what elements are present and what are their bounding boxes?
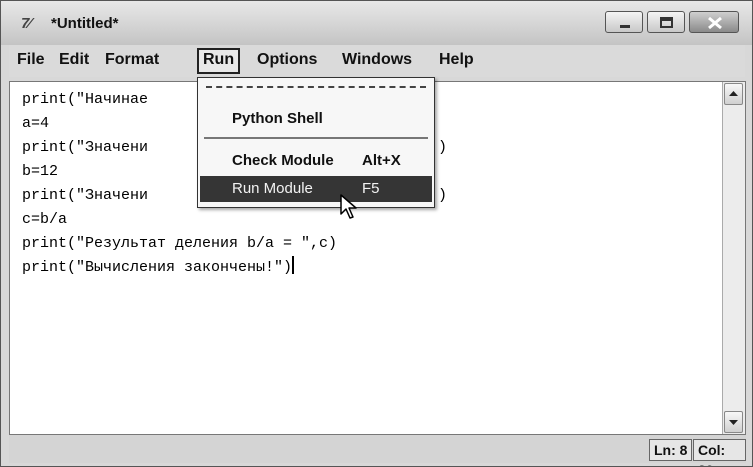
mouse-pointer-icon bbox=[340, 194, 357, 219]
menu-item-label: Check Module bbox=[232, 152, 334, 169]
close-button[interactable] bbox=[689, 11, 739, 33]
code-line: c=b/a bbox=[22, 211, 68, 228]
menu-edit[interactable]: Edit bbox=[55, 48, 93, 72]
menu-tearoff[interactable] bbox=[206, 86, 426, 88]
chevron-down-icon bbox=[729, 420, 738, 425]
run-menu-dropdown: Python Shell Check Module Alt+X Run Modu… bbox=[197, 77, 435, 208]
scroll-down-button[interactable] bbox=[724, 411, 743, 433]
menu-run[interactable]: Run bbox=[197, 48, 241, 74]
code-line: print("Результат деления b/a = ",c) bbox=[22, 235, 338, 252]
menu-help[interactable]: Help bbox=[435, 48, 478, 72]
maximize-button[interactable] bbox=[647, 11, 685, 33]
line-indicator: Ln: 8 bbox=[649, 439, 693, 461]
status-bar: Ln: 8 Col: 30 bbox=[9, 435, 746, 466]
menu-item-run-module[interactable]: Run Module F5 bbox=[200, 176, 432, 202]
window-title: *Untitled* bbox=[51, 15, 119, 32]
close-icon bbox=[708, 16, 722, 30]
menu-bar: File Edit Format Run Options Windows Hel… bbox=[9, 45, 745, 77]
menu-format[interactable]: Format bbox=[101, 48, 163, 72]
code-line-tail: ) bbox=[438, 139, 448, 156]
menu-item-shortcut: F5 bbox=[362, 180, 380, 197]
maximize-icon bbox=[660, 17, 673, 28]
menu-item-shortcut: Alt+X bbox=[362, 152, 401, 169]
menu-item-label: Run Module bbox=[232, 180, 313, 197]
title-bar[interactable]: 7⁄ *Untitled* bbox=[1, 1, 752, 45]
code-line-text: print("Вычисления закончены!") bbox=[22, 259, 293, 276]
code-line: print("Вычисления закончены!") bbox=[22, 256, 337, 280]
minimize-button[interactable] bbox=[605, 11, 643, 33]
menu-file[interactable]: File bbox=[13, 48, 49, 72]
menu-windows[interactable]: Windows bbox=[338, 48, 416, 72]
code-line-tail: ) bbox=[438, 187, 448, 204]
menu-item-check-module[interactable]: Check Module Alt+X bbox=[200, 148, 432, 174]
menu-item-python-shell[interactable]: Python Shell bbox=[200, 106, 432, 132]
minimize-icon bbox=[620, 25, 630, 28]
idle-editor-window: 7⁄ *Untitled* File Edit Format Run Optio… bbox=[0, 0, 753, 467]
scroll-up-button[interactable] bbox=[724, 83, 743, 105]
vertical-scrollbar[interactable] bbox=[722, 82, 745, 434]
chevron-up-icon bbox=[729, 91, 738, 96]
idle-app-icon: 7⁄ bbox=[21, 15, 31, 32]
text-caret bbox=[292, 256, 295, 274]
column-indicator: Col: 30 bbox=[693, 439, 746, 466]
menu-separator bbox=[204, 137, 428, 139]
menu-item-label: Python Shell bbox=[232, 110, 323, 127]
menu-options[interactable]: Options bbox=[253, 48, 321, 72]
